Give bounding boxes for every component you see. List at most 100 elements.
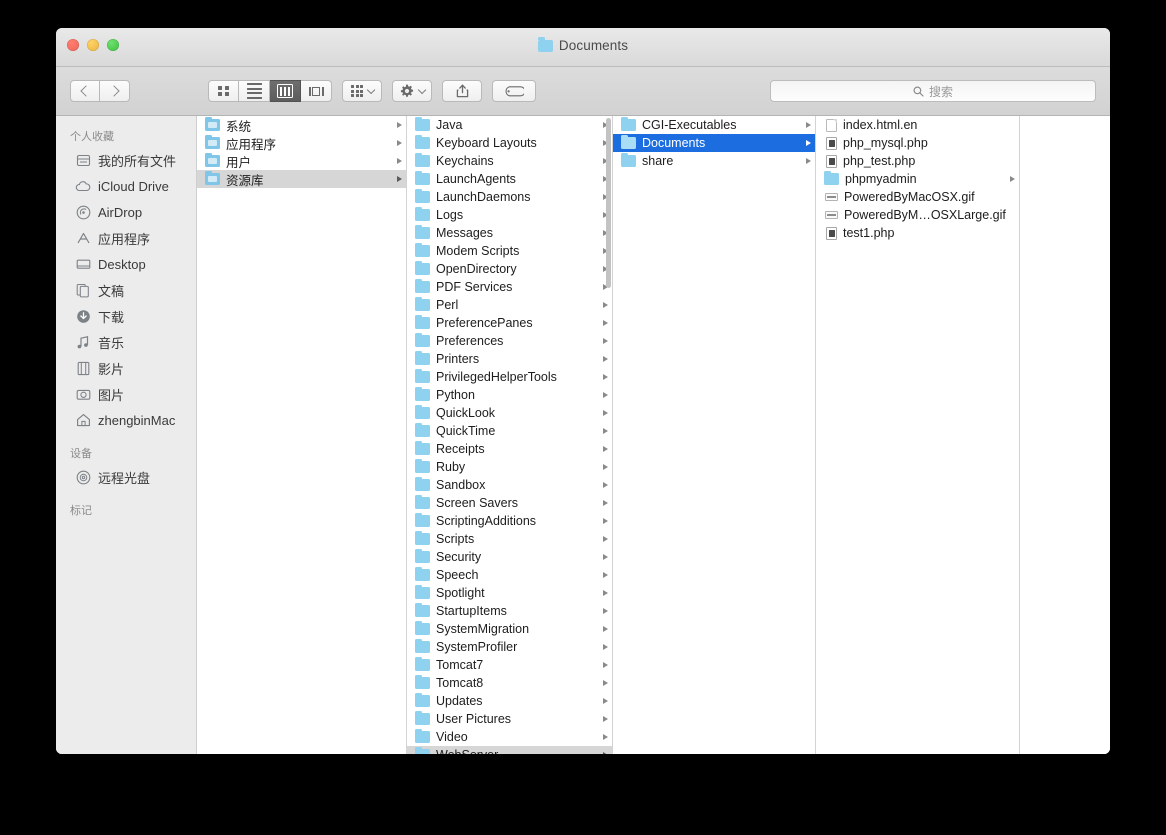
column-item-scripts[interactable]: Scripts	[407, 530, 612, 548]
column-item-index-html-en[interactable]: index.html.en	[816, 116, 1019, 134]
disclosure-arrow-icon	[603, 644, 608, 650]
column-item-security[interactable]: Security	[407, 548, 612, 566]
search-input[interactable]: 搜索	[770, 80, 1096, 102]
folder-icon	[415, 422, 430, 437]
column-5[interactable]	[1020, 116, 1110, 754]
column-item-pdf-services[interactable]: PDF Services	[407, 278, 612, 296]
column-item-privilegedhelpertools[interactable]: PrivilegedHelperTools	[407, 368, 612, 386]
column-item-php-test-php[interactable]: php_test.php	[816, 152, 1019, 170]
column-view-button[interactable]	[270, 80, 301, 102]
icon-view-button[interactable]	[208, 80, 239, 102]
column-item-launchagents[interactable]: LaunchAgents	[407, 170, 612, 188]
column-item-webserver[interactable]: WebServer	[407, 746, 612, 754]
column-3[interactable]: CGI-Executables Documents share	[613, 116, 816, 754]
column-item-receipts[interactable]: Receipts	[407, 440, 612, 458]
sidebar-item-documents[interactable]: 文稿	[56, 277, 196, 303]
action-button[interactable]	[392, 80, 432, 102]
column-item-screen-savers[interactable]: Screen Savers	[407, 494, 612, 512]
column-item-modem-scripts[interactable]: Modem Scripts	[407, 242, 612, 260]
share-button[interactable]	[442, 80, 482, 102]
column-item-perl[interactable]: Perl	[407, 296, 612, 314]
column-item-quicklook[interactable]: QuickLook	[407, 404, 612, 422]
tag-button[interactable]	[492, 80, 536, 102]
folder-icon	[415, 620, 430, 635]
grid-icon	[218, 85, 229, 97]
column-item-preferences[interactable]: Preferences	[407, 332, 612, 350]
sidebar-item-all-files[interactable]: 我的所有文件	[56, 147, 196, 173]
sidebar-item-remote-disc[interactable]: 远程光盘	[56, 464, 196, 490]
coverflow-view-button[interactable]	[301, 80, 332, 102]
column-item-library[interactable]: 资源库	[197, 170, 406, 188]
disclosure-arrow-icon	[603, 698, 608, 704]
column-item-label: Video	[436, 730, 468, 744]
column-item-java[interactable]: Java	[407, 116, 612, 134]
column-item-logs[interactable]: Logs	[407, 206, 612, 224]
column-item-php-mysql-php[interactable]: php_mysql.php	[816, 134, 1019, 152]
column-item-sandbox[interactable]: Sandbox	[407, 476, 612, 494]
column-item-keychains[interactable]: Keychains	[407, 152, 612, 170]
forward-button[interactable]	[100, 80, 130, 102]
column-item-keyboard-layouts[interactable]: Keyboard Layouts	[407, 134, 612, 152]
column-item-opendirectory[interactable]: OpenDirectory	[407, 260, 612, 278]
document-icon	[826, 118, 837, 132]
sidebar-item-music[interactable]: 音乐	[56, 329, 196, 355]
tag-icon	[505, 85, 524, 96]
sidebar-item-airdrop[interactable]: AirDrop	[56, 199, 196, 225]
column-item-poweredbymacosx-gif[interactable]: PoweredByMacOSX.gif	[816, 188, 1019, 206]
column-item-updates[interactable]: Updates	[407, 692, 612, 710]
column-item-speech[interactable]: Speech	[407, 566, 612, 584]
column-2-scrollbar[interactable]	[606, 118, 611, 288]
disclosure-arrow-icon	[603, 446, 608, 452]
column-2[interactable]: Java Keyboard Layouts Keychains LaunchAgent…	[407, 116, 613, 754]
disclosure-arrow-icon	[397, 176, 402, 182]
column-item-ruby[interactable]: Ruby	[407, 458, 612, 476]
column-item-share[interactable]: share	[613, 152, 815, 170]
column-item-cgi-executables[interactable]: CGI-Executables	[613, 116, 815, 134]
column-item-preferencepanes[interactable]: PreferencePanes	[407, 314, 612, 332]
sidebar-item-desktop[interactable]: Desktop	[56, 251, 196, 277]
column-item-tomcat8[interactable]: Tomcat8	[407, 674, 612, 692]
minimize-button[interactable]	[87, 39, 99, 51]
close-button[interactable]	[67, 39, 79, 51]
column-item-launchdaemons[interactable]: LaunchDaemons	[407, 188, 612, 206]
column-item-systemmigration[interactable]: SystemMigration	[407, 620, 612, 638]
column-4[interactable]: index.html.en php_mysql.php php_test.php…	[816, 116, 1020, 754]
sidebar-item-downloads[interactable]: 下载	[56, 303, 196, 329]
column-item-label: Keychains	[436, 154, 494, 168]
column-item-documents[interactable]: Documents	[613, 134, 815, 152]
column-item-messages[interactable]: Messages	[407, 224, 612, 242]
column-item-system[interactable]: 系统	[197, 116, 406, 134]
folder-icon	[824, 170, 839, 185]
folder-icon	[415, 530, 430, 545]
column-item-tomcat7[interactable]: Tomcat7	[407, 656, 612, 674]
column-item-users[interactable]: 用户	[197, 152, 406, 170]
sidebar-item-icloud-drive[interactable]: iCloud Drive	[56, 173, 196, 199]
column-item-user-pictures[interactable]: User Pictures	[407, 710, 612, 728]
sidebar-item-label: zhengbinMac	[98, 412, 176, 428]
column-item-systemprofiler[interactable]: SystemProfiler	[407, 638, 612, 656]
column-item-startupitems[interactable]: StartupItems	[407, 602, 612, 620]
sidebar-item-applications[interactable]: 应用程序	[56, 225, 196, 251]
folder-icon	[415, 602, 430, 617]
column-item-test1-php[interactable]: test1.php	[816, 224, 1019, 242]
list-view-button[interactable]	[239, 80, 270, 102]
sidebar-item-home[interactable]: zhengbinMac	[56, 407, 196, 433]
arrange-button[interactable]	[342, 80, 382, 102]
folder-icon	[415, 404, 430, 419]
sidebar-item-pictures[interactable]: 图片	[56, 381, 196, 407]
column-item-quicktime[interactable]: QuickTime	[407, 422, 612, 440]
column-item-scriptingadditions[interactable]: ScriptingAdditions	[407, 512, 612, 530]
back-button[interactable]	[70, 80, 100, 102]
column-item-printers[interactable]: Printers	[407, 350, 612, 368]
folder-icon	[621, 152, 636, 167]
column-item-phpmyadmin[interactable]: phpmyadmin	[816, 170, 1019, 188]
column-item-applications[interactable]: 应用程序	[197, 134, 406, 152]
zoom-button[interactable]	[107, 39, 119, 51]
column-item-video[interactable]: Video	[407, 728, 612, 746]
column-item-python[interactable]: Python	[407, 386, 612, 404]
sidebar-item-movies[interactable]: 影片	[56, 355, 196, 381]
column-item-poweredbymacosxlarge-gif[interactable]: PoweredByM…OSXLarge.gif	[816, 206, 1019, 224]
column-item-spotlight[interactable]: Spotlight	[407, 584, 612, 602]
folder-icon	[415, 134, 430, 149]
title-bar[interactable]: Documents	[56, 28, 1110, 67]
